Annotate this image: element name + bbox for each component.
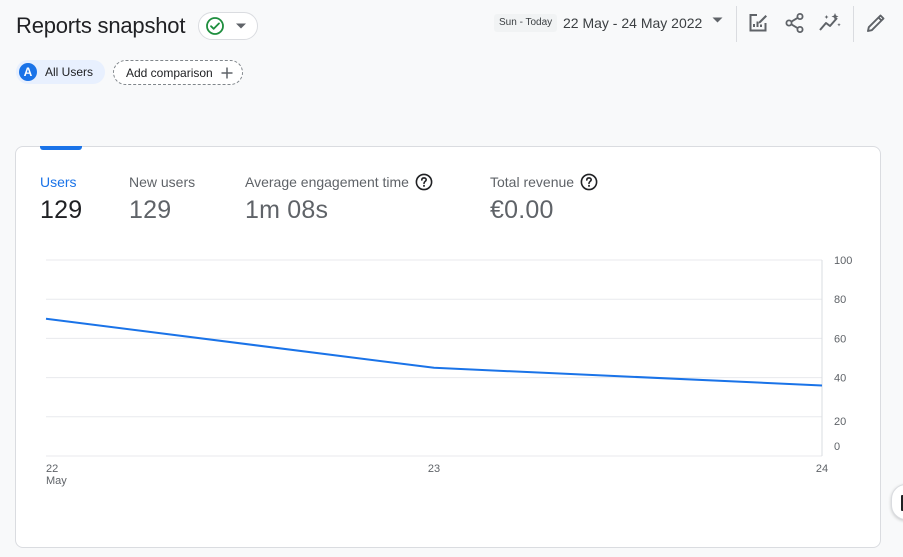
customize-report-icon (749, 14, 767, 32)
plus-icon (221, 67, 233, 78)
page-title: Reports snapshot (16, 13, 186, 38)
overview-card: Users 129 New users 129 Average engageme… (15, 146, 881, 548)
toolbar-divider (736, 6, 737, 42)
date-range-picker[interactable]: 22 May - 24 May 2022 (563, 14, 702, 32)
segment-chip-all-users[interactable]: A All Users (16, 60, 105, 84)
date-range-caret-icon[interactable] (712, 17, 723, 24)
side-panel-handle[interactable] (891, 484, 903, 520)
edit-icon (867, 14, 885, 32)
add-comparison-button[interactable]: Add comparison (113, 60, 243, 85)
edit-button[interactable] (863, 10, 889, 36)
x-tick-label: 24 (816, 463, 828, 475)
x-tick-label: May (46, 475, 67, 487)
insights-button[interactable] (817, 10, 843, 36)
toolbar-divider (853, 6, 854, 42)
date-comparison-label: Sun - Today (494, 14, 558, 32)
y-tick-label: 100 (834, 255, 852, 267)
y-tick-label: 20 (834, 416, 846, 428)
share-button[interactable] (782, 10, 808, 36)
report-status-dropdown[interactable] (198, 12, 258, 40)
x-tick-label: 22 (46, 463, 58, 475)
users-line-chart: 100 80 60 40 20 0 22May 23 24 (45, 255, 852, 487)
x-tick-label: 23 (428, 463, 440, 475)
y-tick-label: 80 (834, 294, 846, 306)
report-header: Reports snapshot Sun - Today 22 May - 24… (0, 0, 903, 52)
segment-letter-badge: A (19, 63, 37, 81)
caret-down-icon (236, 23, 246, 29)
customize-report-button[interactable] (745, 10, 771, 36)
y-tick-label: 40 (834, 373, 846, 385)
y-tick-label: 0 (834, 441, 840, 453)
segment-label: All Users (45, 65, 94, 79)
series-line (45, 317, 823, 387)
check-circle-icon (206, 17, 224, 35)
y-tick-label: 60 (834, 333, 846, 345)
add-comparison-label: Add comparison (126, 65, 213, 80)
share-icon (785, 13, 804, 33)
insights-icon (819, 13, 841, 31)
